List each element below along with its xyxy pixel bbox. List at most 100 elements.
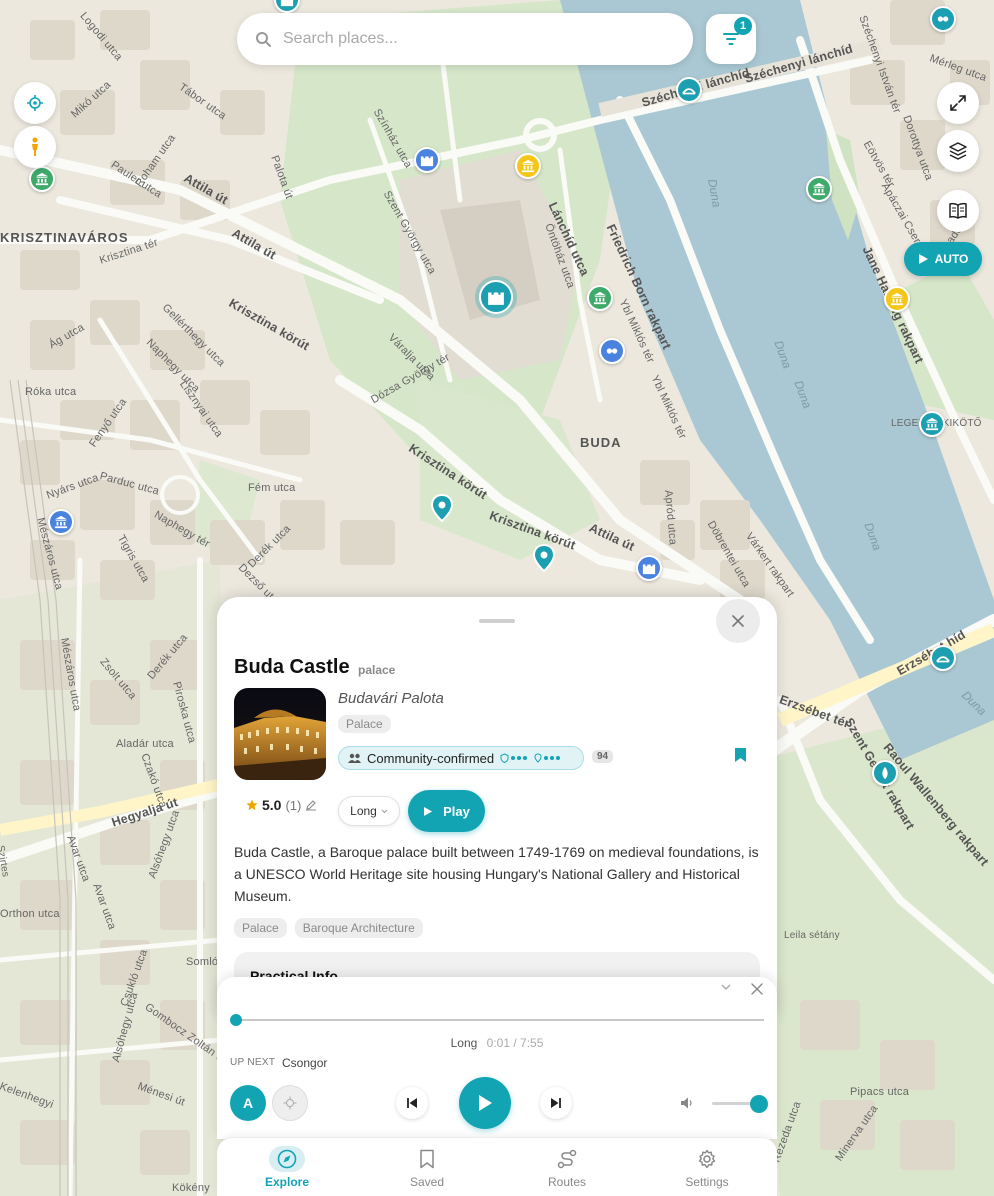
avatar[interactable]: A: [230, 1085, 266, 1121]
volume-icon[interactable]: [680, 1096, 694, 1110]
focus-location-button[interactable]: [272, 1085, 308, 1121]
street-label: Kökény: [172, 1182, 210, 1194]
time-display: Long 0:01 / 7:55: [217, 1036, 777, 1050]
auto-label: AUTO: [934, 252, 969, 266]
nav-routes[interactable]: Routes: [497, 1138, 637, 1196]
viewpoint-pin-icon[interactable]: [431, 494, 453, 522]
volume-knob[interactable]: [750, 1095, 768, 1113]
viewpoint-pin-icon[interactable]: [533, 544, 555, 572]
place-description: Buda Castle, a Baroque palace built betw…: [234, 844, 759, 904]
attraction-marker[interactable]: [599, 338, 625, 364]
street-label: Aladár utca: [116, 738, 174, 750]
place-detail-sheet: Buda Castle palace Budavári Palota Palac…: [217, 597, 777, 1017]
player-play-button[interactable]: [459, 1077, 511, 1129]
spring-marker[interactable]: [872, 760, 898, 786]
museum-marker[interactable]: [884, 286, 910, 312]
category-chip: Palace: [338, 715, 391, 733]
street-label: Róka utca: [25, 386, 77, 398]
filter-count-badge: 1: [734, 17, 752, 35]
buda-castle-marker[interactable]: [479, 280, 513, 314]
castle-marker[interactable]: [636, 555, 662, 581]
confirm-label: Community-confirmed: [367, 750, 495, 766]
bookmark-icon: [735, 748, 746, 762]
museum-icon: [890, 292, 904, 306]
native-name: Budavári Palota: [338, 690, 444, 707]
close-icon: [732, 615, 744, 627]
museum-icon: [35, 172, 49, 186]
museum-marker[interactable]: [48, 509, 74, 535]
layers-button[interactable]: [937, 130, 979, 172]
up-next-name[interactable]: Csongor: [282, 1056, 327, 1070]
confirm-count-badge: 94: [592, 750, 614, 763]
community-confirmed-badge[interactable]: Community-confirmed: [338, 746, 584, 770]
bookmark-button[interactable]: [734, 747, 747, 768]
nav-explore[interactable]: Explore: [217, 1138, 357, 1196]
street-view-button[interactable]: [14, 126, 56, 168]
bridge-marker[interactable]: [930, 645, 956, 671]
next-track-button[interactable]: [540, 1087, 572, 1119]
museum-marker[interactable]: [806, 176, 832, 202]
locate-button[interactable]: [14, 82, 56, 124]
fullscreen-button[interactable]: [937, 82, 979, 124]
progress-knob[interactable]: [230, 1014, 243, 1026]
nav-label: Settings: [685, 1175, 729, 1189]
place-title: Buda Castle: [234, 656, 350, 678]
play-icon: [479, 1095, 492, 1111]
guide-book-button[interactable]: [937, 190, 979, 232]
play-icon: [918, 254, 928, 264]
play-button[interactable]: Play: [408, 790, 485, 832]
museum-marker[interactable]: [515, 153, 541, 179]
people-icon: [348, 753, 361, 763]
bridge-icon: [682, 88, 696, 95]
auto-play-button[interactable]: AUTO: [904, 242, 982, 276]
nav-saved[interactable]: Saved: [357, 1138, 497, 1196]
rating-value: 5.0: [262, 797, 282, 813]
museum-marker[interactable]: [919, 411, 945, 437]
street-label: Somlói: [186, 956, 221, 968]
tag-chip[interactable]: Baroque Architecture: [294, 918, 423, 938]
museum-icon: [593, 291, 607, 305]
collapse-player-button[interactable]: [720, 983, 732, 991]
filter-button[interactable]: 1: [706, 14, 756, 64]
bookmark-icon: [420, 1149, 434, 1169]
museum-marker[interactable]: [29, 166, 55, 192]
crosshair-icon: [283, 1096, 297, 1110]
eyes-icon: [937, 16, 949, 22]
search-input[interactable]: [283, 30, 663, 48]
edit-icon[interactable]: [305, 799, 317, 811]
nav-icon-wrap: [269, 1146, 305, 1172]
museum-icon: [521, 159, 535, 173]
search-bar[interactable]: [237, 13, 693, 65]
shield-icon: [500, 753, 509, 763]
filter-icon: [723, 33, 739, 45]
player-mode: Long: [450, 1036, 478, 1050]
museum-marker[interactable]: [587, 285, 613, 311]
star-icon: [246, 799, 258, 811]
castle-marker[interactable]: [414, 147, 440, 173]
previous-track-button[interactable]: [396, 1087, 428, 1119]
chevron-down-icon: [381, 809, 388, 813]
castle-icon: [642, 564, 656, 575]
close-sheet-button[interactable]: [716, 599, 760, 643]
volume-slider[interactable]: [712, 1095, 768, 1113]
search-icon: [256, 32, 271, 47]
nav-settings[interactable]: Settings: [637, 1138, 777, 1196]
nav-icon-wrap: [689, 1146, 725, 1172]
gear-icon: [698, 1149, 716, 1169]
progress-track[interactable]: [230, 1014, 764, 1026]
attraction-marker[interactable]: [930, 6, 956, 32]
length-select[interactable]: Long: [338, 796, 400, 826]
museum-icon: [812, 182, 826, 196]
place-photo[interactable]: [234, 688, 326, 780]
castle-icon: [420, 156, 434, 167]
nav-label: Saved: [409, 1175, 445, 1189]
play-label: Play: [443, 803, 470, 819]
close-player-button[interactable]: [751, 983, 763, 995]
tag-list: Palace Baroque Architecture: [234, 918, 423, 938]
pin-small-icon: [534, 753, 542, 763]
drag-handle[interactable]: [479, 619, 515, 623]
book-icon: [949, 202, 967, 219]
rating-count: (1): [285, 797, 302, 813]
tag-chip[interactable]: Palace: [234, 918, 287, 938]
bridge-marker[interactable]: [676, 77, 702, 103]
